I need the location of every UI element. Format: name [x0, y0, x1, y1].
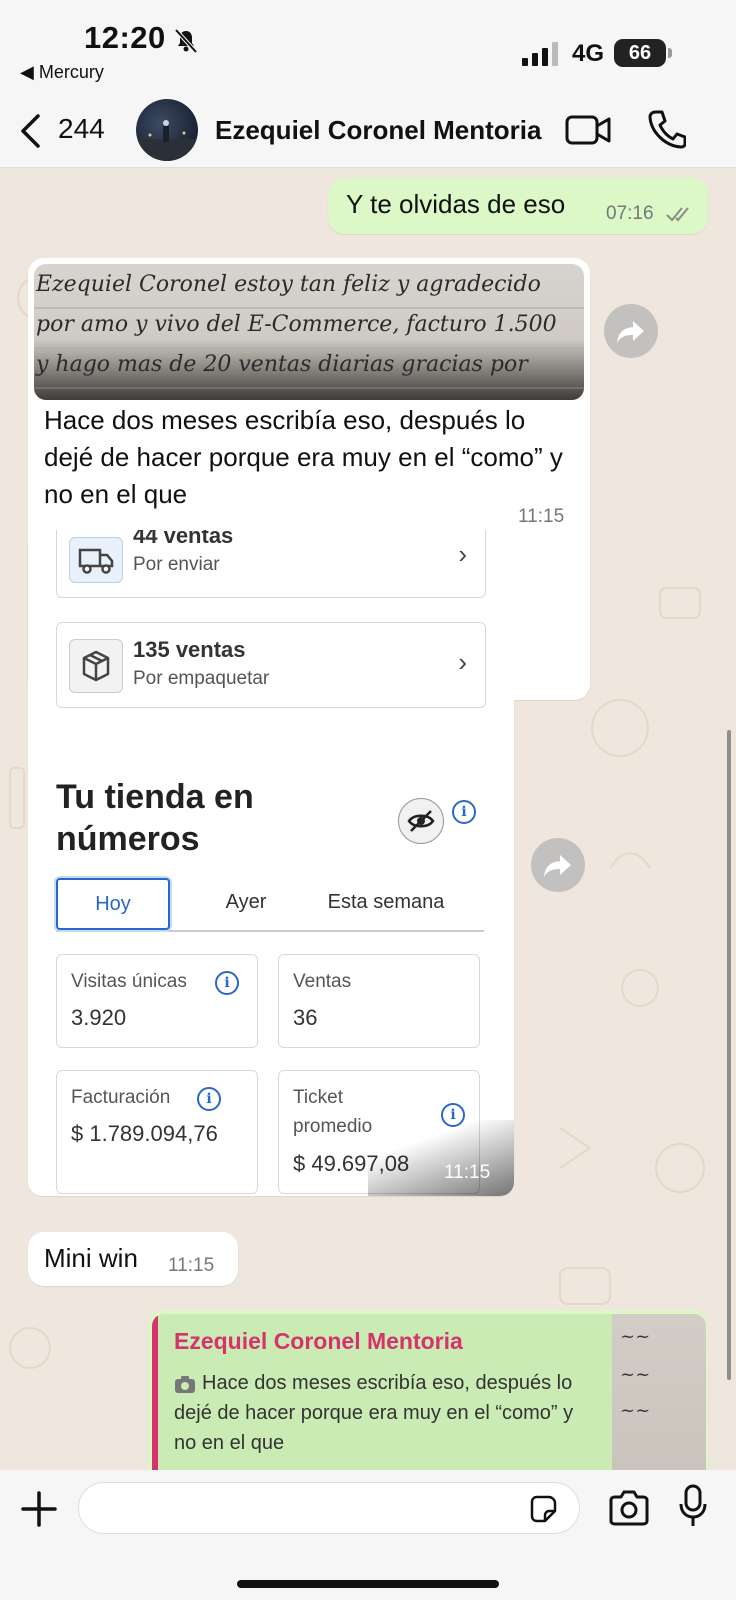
metric-label-line-2: promedio	[293, 1116, 373, 1137]
plus-icon[interactable]	[20, 1490, 58, 1528]
back-to-app-link[interactable]: ◀ Mercury	[20, 62, 104, 83]
contact-avatar[interactable]	[136, 99, 198, 161]
metric-label-line-1: Ticket	[293, 1087, 343, 1108]
signal-icon	[522, 42, 558, 66]
tab-hoy[interactable]: Hoy	[56, 878, 170, 930]
row-subtitle: Por enviar	[133, 554, 220, 575]
sales-row-to-pack[interactable]: 135 ventas Por empaquetar ›	[56, 622, 486, 708]
metric-billing: Facturación i $ 1.789.094,76	[56, 1070, 258, 1194]
forward-icon	[544, 855, 571, 877]
avatar-photo	[136, 120, 198, 161]
info-icon[interactable]: i	[197, 1087, 221, 1111]
period-tabs: Hoy Ayer Esta semana	[56, 878, 484, 932]
thumbnail-scribble-3: ~~	[620, 1400, 651, 1421]
chat-header: 244 Ezequiel Coronel Mentoria	[0, 95, 736, 168]
battery-indicator: 66	[614, 39, 672, 67]
sticker-icon[interactable]	[528, 1494, 558, 1524]
metric-label: Ventas	[293, 971, 352, 992]
handwriting-line-2: por amo y vivo del E-Commerce, facturo 1…	[36, 312, 557, 337]
thumbnail-scribble-2: ~~	[620, 1364, 651, 1385]
metric-label: Facturación	[71, 1087, 171, 1108]
forward-button[interactable]	[604, 304, 658, 358]
handwriting-line-1: Ezequiel Coronel estoy tan feliz y agrad…	[36, 272, 541, 297]
section-title-line-1: Tu tienda en	[56, 778, 254, 816]
metric-sales: Ventas 36	[278, 954, 480, 1048]
network-label: 4G	[572, 40, 605, 67]
chevron-right-icon: ›	[458, 647, 467, 677]
message-time: 11:15	[444, 1162, 491, 1183]
metric-value: 36	[293, 1005, 318, 1030]
forward-button[interactable]	[531, 838, 585, 892]
message-time: 11:15	[168, 1255, 215, 1276]
tab-ayer[interactable]: Ayer	[191, 878, 301, 926]
chevron-right-icon: ›	[458, 539, 467, 569]
status-time: 12:20	[84, 20, 166, 55]
message-time: 07:16	[606, 203, 654, 224]
metric-unique-visits: Visitas únicas i 3.920	[56, 954, 258, 1048]
phone-icon[interactable]	[648, 109, 686, 149]
row-title: 44 ventas	[133, 530, 234, 548]
message-text: Y te olvidas de eso	[346, 189, 566, 219]
hide-values-button[interactable]	[398, 798, 444, 844]
metric-value: $ 1.789.094,76	[71, 1121, 218, 1146]
status-bar: 12:20 ◀ Mercury 4G 66	[0, 0, 736, 95]
truck-icon	[78, 548, 114, 574]
time-shade	[368, 1120, 514, 1196]
metric-label: Visitas únicas	[71, 971, 187, 992]
quoted-text: Hace dos meses escribía eso, después lo …	[174, 1372, 574, 1454]
forward-icon	[617, 321, 644, 343]
message-bubble-incoming[interactable]: Mini win 11:15	[28, 1232, 238, 1286]
contact-name[interactable]: Ezequiel Coronel Mentoria	[215, 115, 542, 146]
metric-value: 3.920	[71, 1005, 127, 1030]
quoted-thumbnail: ~~ ~~ ~~	[612, 1314, 706, 1470]
thumbnail-scribble-1: ~~	[620, 1326, 651, 1347]
image-caption: Hace dos meses escribía eso, después lo …	[44, 405, 563, 509]
message-time: 11:15	[518, 506, 565, 527]
scrollbar[interactable]	[727, 730, 731, 1380]
handwriting-line-3: y hago mas de 20 ventas diarias gracias …	[36, 352, 528, 377]
quoted-message[interactable]: Ezequiel Coronel Mentoria Hace dos meses…	[152, 1314, 706, 1470]
quoted-sender: Ezequiel Coronel Mentoria	[174, 1328, 463, 1354]
chat-area[interactable]: Y te olvidas de eso 07:16 Ezequiel Coron…	[0, 168, 736, 1470]
box-icon-box	[69, 639, 123, 693]
tab-esta-semana[interactable]: Esta semana	[306, 878, 466, 926]
video-call-icon[interactable]	[565, 111, 611, 149]
message-bubble-screenshot[interactable]: 44 ventas Por enviar › 135 ventas Por em…	[28, 530, 514, 1196]
truck-icon-box	[69, 537, 123, 583]
camera-icon[interactable]	[608, 1490, 650, 1526]
row-subtitle: Por empaquetar	[133, 668, 270, 689]
section-title-line-2: números	[56, 820, 200, 858]
info-icon[interactable]: i	[215, 971, 239, 995]
mic-icon[interactable]	[678, 1484, 708, 1528]
back-chevron-icon[interactable]	[18, 113, 44, 149]
double-check-icon	[666, 207, 689, 222]
back-unread-count[interactable]: 244	[58, 113, 105, 145]
info-icon[interactable]: i	[452, 800, 476, 824]
bell-muted-icon	[174, 28, 198, 54]
box-icon	[82, 650, 110, 682]
eye-off-icon	[407, 810, 435, 832]
message-text: Mini win	[44, 1243, 138, 1273]
message-bubble-outgoing[interactable]: Y te olvidas de eso 07:16	[328, 178, 708, 234]
handwritten-note-image[interactable]: Ezequiel Coronel estoy tan feliz y agrad…	[34, 264, 584, 400]
message-bubble-reply[interactable]: Ezequiel Coronel Mentoria Hace dos meses…	[148, 1310, 708, 1470]
sales-row-to-ship[interactable]: 44 ventas Por enviar ›	[56, 530, 486, 598]
home-indicator[interactable]	[237, 1580, 499, 1588]
message-input[interactable]	[78, 1482, 580, 1534]
row-title: 135 ventas	[133, 637, 246, 662]
quote-accent-bar	[152, 1314, 158, 1470]
